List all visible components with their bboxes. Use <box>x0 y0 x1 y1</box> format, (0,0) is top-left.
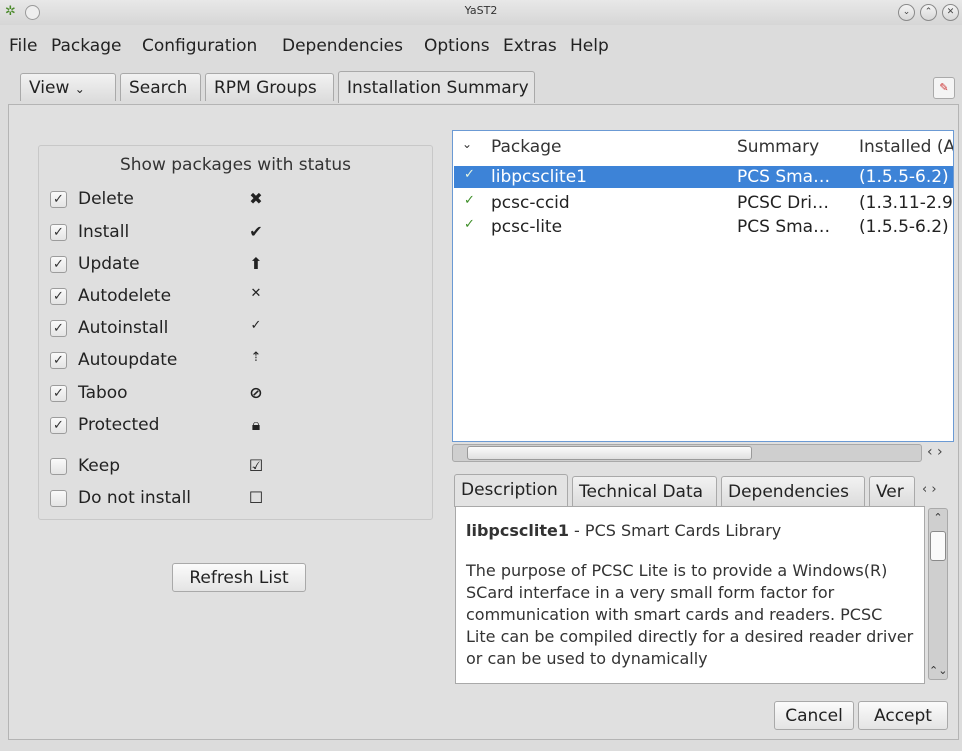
taboo-icon: ⊘ <box>249 383 263 402</box>
package-summary: PCSC Dri… <box>737 193 829 213</box>
accept-button[interactable]: Accept <box>858 701 948 730</box>
do-not-install-icon: ☐ <box>248 488 264 507</box>
table-row[interactable]: ✓ pcsc-ccid PCSC Dri… (1.3.11-2.9 <box>454 192 953 214</box>
filter-label: Delete <box>78 189 134 209</box>
menu-help[interactable]: Help <box>570 36 609 56</box>
close-button[interactable]: ✕ <box>942 4 959 21</box>
refresh-list-button[interactable]: Refresh List <box>172 563 306 592</box>
table-header: ⌄ Package Summary Installed (A <box>453 131 953 159</box>
status-filter-title: Show packages with status <box>119 155 351 175</box>
description-summary: - PCS Smart Cards Library <box>568 521 782 540</box>
package-summary: PCS Sma… <box>737 167 831 187</box>
scrollbar-thumb[interactable] <box>930 531 946 561</box>
description-panel: libpcsclite1 - PCS Smart Cards Library T… <box>455 506 925 684</box>
filter-label: Autoinstall <box>78 318 169 338</box>
minimize-button[interactable]: ⌄ <box>898 4 915 21</box>
filter-label: Autoupdate <box>78 350 178 370</box>
checkbox[interactable]: ✓ <box>50 352 67 369</box>
tab-installation-summary[interactable]: Installation Summary <box>338 71 535 103</box>
scroll-up-icon[interactable]: ⌃ <box>929 511 947 524</box>
description-package-name: libpcsclite1 <box>466 521 569 540</box>
tab-versions[interactable]: Ver <box>869 476 915 506</box>
checkbox[interactable]: ✓ <box>50 320 67 337</box>
detail-tab-bar: Description Technical Data Dependencies … <box>452 472 954 507</box>
view-dropdown-button[interactable]: View ⌄ <box>20 73 116 101</box>
checkbox[interactable]: ✓ <box>50 417 67 434</box>
vertical-scrollbar[interactable]: ⌃ ⌃⌄ <box>928 508 948 680</box>
package-name: pcsc-lite <box>491 217 563 237</box>
autoinstall-icon: ✓ <box>464 193 475 208</box>
table-row[interactable]: ✓ pcsc-lite PCS Sma… (1.5.5-6.2) <box>454 216 953 238</box>
filter-label: Update <box>78 254 140 274</box>
package-table: ⌄ Package Summary Installed (A ✓ libpcsc… <box>452 130 954 442</box>
tab-dependencies[interactable]: Dependencies <box>721 476 865 506</box>
chevron-down-icon: ⌄ <box>74 82 85 96</box>
checkbox[interactable]: ✓ <box>50 191 67 208</box>
checkbox[interactable]: ✓ <box>50 224 67 241</box>
window-title: YaST2 <box>464 4 498 17</box>
column-summary[interactable]: Summary <box>737 137 819 157</box>
tab-description[interactable]: Description <box>454 474 568 507</box>
package-installed: (1.5.5-6.2) <box>859 217 949 237</box>
checkbox[interactable]: ✓ <box>50 288 67 305</box>
description-header: libpcsclite1 - PCS Smart Cards Library <box>466 520 914 542</box>
delete-icon: ✖ <box>249 189 263 208</box>
column-installed[interactable]: Installed (A <box>859 137 953 157</box>
keep-icon: ☑ <box>248 456 264 475</box>
autoinstall-icon: ✓ <box>464 167 475 182</box>
package-installed: (1.3.11-2.9 <box>859 193 953 213</box>
package-name: pcsc-ccid <box>491 193 570 213</box>
tab-search[interactable]: Search <box>120 73 201 101</box>
autoinstall-icon: ✓ <box>250 318 262 333</box>
autoupdate-icon: ⇡ <box>250 350 262 365</box>
menu-file[interactable]: File <box>9 36 37 56</box>
update-icon: ⬆ <box>249 254 263 273</box>
title-bar: ✲ YaST2 ⌄ ⌃ ✕ <box>0 0 962 25</box>
menu-options[interactable]: Options <box>424 36 490 56</box>
horizontal-scrollbar[interactable] <box>452 444 922 462</box>
menu-extras[interactable]: Extras <box>503 36 557 56</box>
menu-bar: File Package Configuration Dependencies … <box>0 27 962 63</box>
scroll-arrows-icon[interactable]: ‹ › <box>927 444 943 460</box>
cancel-button[interactable]: Cancel <box>774 701 854 730</box>
tab-scroll-arrows-icon[interactable]: ‹ › <box>922 482 937 497</box>
menu-dependencies[interactable]: Dependencies <box>282 36 403 56</box>
checkbox[interactable]: ✓ <box>50 256 67 273</box>
filter-label: Autodelete <box>78 286 172 306</box>
checkbox[interactable] <box>50 490 67 507</box>
filter-label: Taboo <box>78 383 128 403</box>
filter-label: Do not install <box>78 488 192 508</box>
checkbox[interactable] <box>50 458 67 475</box>
maximize-button[interactable]: ⌃ <box>920 4 937 21</box>
column-package[interactable]: Package <box>491 137 561 157</box>
menu-configuration[interactable]: Configuration <box>142 36 257 56</box>
package-name: libpcsclite1 <box>491 167 587 187</box>
install-icon: ✔ <box>249 222 263 241</box>
autodelete-icon: ✕ <box>250 286 262 301</box>
table-row[interactable]: ✓ libpcsclite1 PCS Sma… (1.5.5-6.2) <box>454 166 953 188</box>
checkbox[interactable]: ✓ <box>50 385 67 402</box>
lock-icon: 🔒︎ <box>251 415 261 434</box>
view-label: View <box>29 78 70 98</box>
sort-chevron-icon[interactable]: ⌄ <box>462 137 472 151</box>
tab-technical-data[interactable]: Technical Data <box>572 476 717 506</box>
tab-rpm-groups[interactable]: RPM Groups <box>205 73 334 101</box>
package-summary: PCS Sma… <box>737 217 831 237</box>
top-tab-bar: View ⌄ Search RPM Groups Installation Su… <box>0 68 962 106</box>
autoinstall-icon: ✓ <box>464 217 475 232</box>
menu-package[interactable]: Package <box>51 36 121 56</box>
filter-label: Keep <box>78 456 121 476</box>
scrollbar-thumb[interactable] <box>467 446 752 460</box>
description-body: The purpose of PCSC Lite is to provide a… <box>466 561 914 668</box>
filter-label: Protected <box>78 415 160 435</box>
clear-icon[interactable]: ✎ <box>933 77 955 99</box>
scroll-updown-icon[interactable]: ⌃⌄ <box>929 664 947 677</box>
package-installed: (1.5.5-6.2) <box>859 167 949 187</box>
filter-label: Install <box>78 222 130 242</box>
